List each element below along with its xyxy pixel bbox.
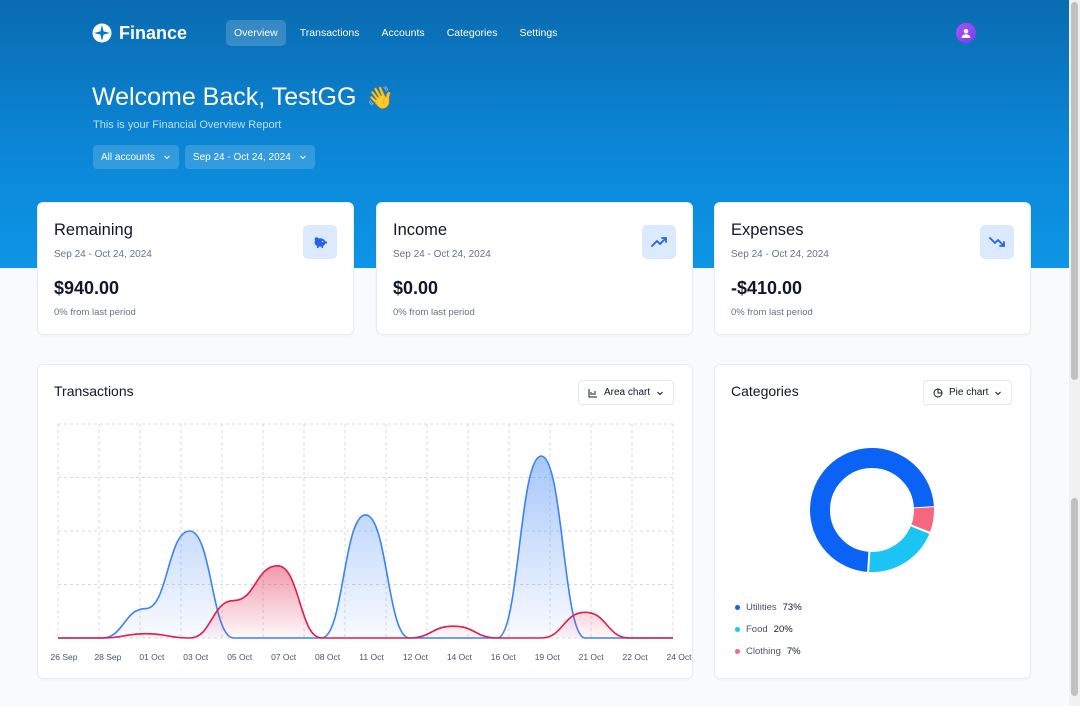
welcome-subtitle: This is your Financial Overview Report	[93, 119, 282, 131]
x-tick-label: 14 Oct	[447, 652, 473, 662]
x-tick-label: 19 Oct	[535, 652, 561, 662]
scroll-thumb-lower[interactable]	[1071, 498, 1078, 696]
x-tick-label: 16 Oct	[491, 652, 517, 662]
legend-value: 73%	[782, 602, 802, 613]
top-nav: Finance Overview Transactions Accounts C…	[92, 20, 565, 46]
welcome-title: Welcome Back, TestGG	[92, 83, 357, 111]
category-chart-label: Pie chart	[949, 387, 989, 398]
stat-title: Expenses	[731, 221, 804, 239]
page-scrollbar[interactable]	[1069, 0, 1080, 706]
x-tick-label: 07 Oct	[271, 652, 297, 662]
trending-down-icon	[980, 225, 1014, 259]
x-tick-label: 24 Oct	[666, 652, 692, 662]
x-tick-label: 05 Oct	[227, 652, 253, 662]
piggy-bank-icon	[303, 225, 337, 259]
x-tick-label: 12 Oct	[403, 652, 429, 662]
category-chart-select[interactable]: Pie chart	[923, 380, 1013, 405]
nav-settings[interactable]: Settings	[511, 20, 565, 46]
trending-up-icon	[642, 225, 676, 259]
x-tick-label: 21 Oct	[579, 652, 605, 662]
x-tick-label: 26 Sep	[51, 652, 78, 662]
app-logo[interactable]: Finance	[92, 23, 226, 44]
scroll-thumb[interactable]	[1071, 2, 1078, 380]
welcome-heading: Welcome Back, TestGG 👋	[92, 83, 394, 112]
stat-value: -$410.00	[731, 278, 803, 298]
legend-label: Food	[746, 624, 768, 635]
legend-dot	[735, 627, 740, 632]
legend-label: Clothing	[746, 646, 781, 657]
pie-chart-icon	[933, 388, 943, 397]
account-filter[interactable]: All accounts	[93, 145, 179, 169]
user-avatar[interactable]	[956, 23, 976, 43]
nav-categories[interactable]: Categories	[439, 20, 506, 46]
slice-separator	[867, 551, 871, 572]
stat-range: Sep 24 - Oct 24, 2024	[731, 249, 829, 260]
nav-overview[interactable]: Overview	[226, 20, 286, 46]
chevron-down-icon	[995, 391, 1002, 395]
x-tick-label: 01 Oct	[139, 652, 165, 662]
app-name: Finance	[119, 22, 188, 43]
slice-clothing	[910, 506, 934, 533]
date-range-label: Sep 24 - Oct 24, 2024	[192, 151, 291, 163]
slice-food	[868, 524, 930, 572]
stat-value: $940.00	[54, 278, 120, 298]
legend-item-food: Food 20%	[735, 624, 793, 635]
legend-item-utilities: Utilities 73%	[735, 602, 802, 613]
date-range-filter[interactable]: Sep 24 - Oct 24, 2024	[184, 145, 315, 169]
x-tick-label: 28 Sep	[94, 652, 121, 662]
legend-value: 20%	[773, 624, 793, 635]
stat-title: Income	[393, 221, 448, 239]
chevron-down-icon	[299, 155, 306, 160]
stat-value: $0.00	[393, 278, 439, 298]
legend-value: 7%	[786, 646, 801, 657]
categories-title: Categories	[731, 383, 799, 399]
categories-donut-chart	[810, 448, 934, 572]
transactions-panel: Transactions Area chart 26 Sep 28 Sep 01 O…	[37, 364, 693, 679]
x-tick-label: 22 Oct	[623, 652, 649, 662]
x-tick-label: 11 Oct	[359, 652, 384, 662]
x-tick-label: 03 Oct	[183, 652, 209, 662]
stat-change: 0% from last period	[393, 307, 475, 318]
chevron-down-icon	[164, 155, 170, 160]
logo-icon	[92, 23, 112, 43]
stat-title: Remaining	[54, 221, 133, 239]
legend-label: Utilities	[746, 602, 777, 613]
transactions-area-chart: 26 Sep 28 Sep 01 Oct 03 Oct 05 Oct 07 Oct 08 O…	[51, 423, 692, 662]
stat-change: 0% from last period	[731, 307, 813, 318]
nav-transactions[interactable]: Transactions	[292, 20, 368, 46]
categories-panel: Categories Pie chart Utilities 73% Food …	[714, 364, 1031, 679]
account-filter-label: All accounts	[101, 151, 155, 163]
user-icon	[961, 28, 971, 38]
legend-dot	[735, 649, 740, 654]
legend-dot	[735, 605, 740, 610]
expenses-card: Expenses Sep 24 - Oct 24, 2024 -$410.00 …	[714, 202, 1031, 335]
wave-emoji: 👋	[366, 84, 394, 110]
remaining-card: Remaining Sep 24 - Oct 24, 2024 $940.00 …	[37, 202, 354, 335]
legend-item-clothing: Clothing 7%	[735, 646, 801, 657]
x-tick-label: 08 Oct	[315, 652, 341, 662]
nav-accounts[interactable]: Accounts	[373, 20, 432, 46]
income-card: Income Sep 24 - Oct 24, 2024 $0.00 0% fr…	[376, 202, 693, 335]
stat-range: Sep 24 - Oct 24, 2024	[393, 249, 491, 260]
stat-range: Sep 24 - Oct 24, 2024	[54, 249, 152, 260]
stat-change: 0% from last period	[54, 307, 136, 318]
filter-bar: All accounts Sep 24 - Oct 24, 2024	[93, 145, 315, 169]
series-area-0	[58, 456, 673, 638]
